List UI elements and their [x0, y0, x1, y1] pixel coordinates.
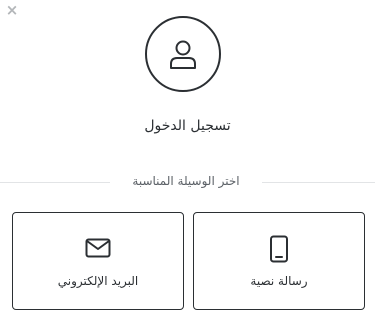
divider-left	[0, 182, 110, 183]
mobile-phone-icon	[270, 235, 288, 263]
sms-option-label: رسالة نصية	[250, 274, 308, 288]
page-title: تسجيل الدخول	[144, 118, 231, 134]
email-option-label: البريد الإلكتروني	[57, 274, 139, 288]
method-prompt: اختر الوسيلة المناسبة	[132, 174, 240, 188]
envelope-icon	[85, 238, 111, 258]
mobile-icon-wrapper	[194, 235, 364, 263]
user-icon	[170, 40, 196, 69]
login-method-dialog: × تسجيل الدخول اختر الوسيلة المناسبة الب…	[0, 0, 375, 316]
envelope-icon-wrapper	[13, 238, 183, 258]
email-option-button[interactable]: البريد الإلكتروني	[12, 212, 184, 310]
close-button[interactable]: ×	[5, 0, 19, 19]
avatar	[145, 16, 221, 92]
close-icon: ×	[5, 0, 19, 19]
divider-right	[262, 182, 375, 183]
sms-option-button[interactable]: رسالة نصية	[193, 212, 365, 310]
